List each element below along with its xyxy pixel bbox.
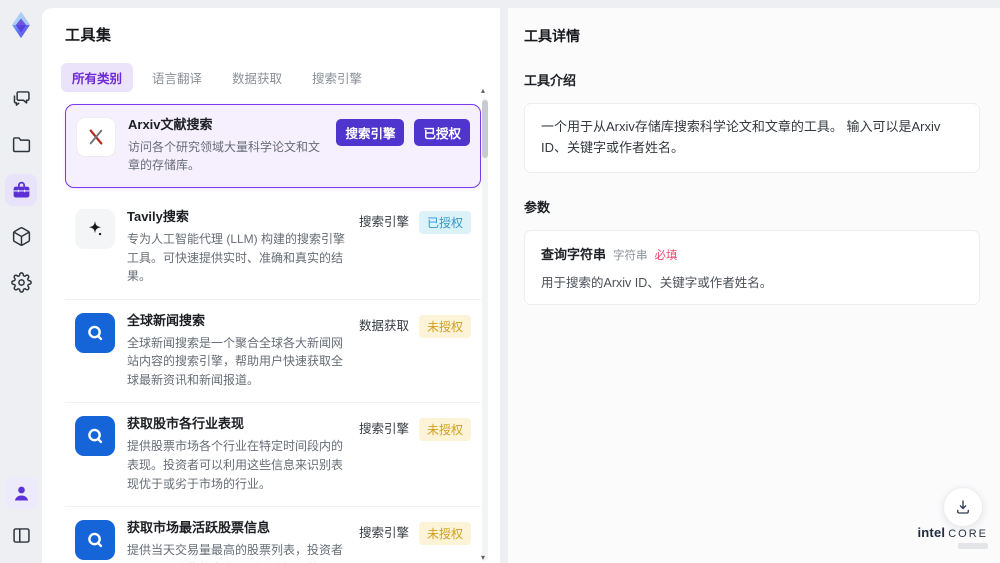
param-required-flag: 必填 [654, 249, 678, 262]
tool-name: Tavily搜索 [127, 209, 189, 225]
chat-icon[interactable] [5, 82, 37, 114]
category-badge: 搜索引擎 [358, 422, 409, 437]
app-logo-icon[interactable] [6, 10, 36, 40]
tool-card[interactable]: Tavily搜索 专为人工智能代理 (LLM) 构建的搜索引擎工具。可快速提供实… [65, 196, 481, 300]
page-title: 工具集 [65, 27, 112, 44]
core-wordmark: CORE [948, 528, 988, 540]
brand-badge-bar [958, 543, 988, 549]
tool-card[interactable]: Arxiv文献搜索 访问各个研究领域大量科学论文和文章的存储库。 搜索引擎 已授… [65, 104, 481, 189]
tool-description: 访问各个研究领域大量科学论文和文章的存储库。 [128, 139, 321, 173]
detail-title: 工具详情 [524, 28, 580, 44]
user-avatar-icon[interactable] [5, 477, 37, 509]
tool-list-panel: 工具集 所有类别 语言翻译 数据获取 搜索引擎 Arxiv文献搜索 访问各个研究领域大… [42, 8, 500, 563]
tool-name: 获取市场最活跃股票信息 [127, 520, 271, 536]
news-globe-icon [75, 520, 115, 561]
category-badge: 搜索引擎 [358, 526, 409, 541]
params-section-title: 参数 [524, 199, 551, 215]
category-tab[interactable]: 搜索引擎 [301, 63, 373, 92]
arxiv-logo-icon [76, 117, 116, 157]
tool-detail-panel: 工具详情 工具介绍 一个用于从Arxiv存储库搜索科学论文和文章的工具。 输入可… [508, 8, 1000, 563]
tool-name: 获取股市各行业表现 [127, 416, 245, 432]
scrollbar-down-icon[interactable]: ▾ [481, 553, 485, 562]
param-card: 查询字符串 字符串 必填 用于搜索的Arxiv ID、关键字或作者姓名。 [524, 229, 980, 305]
toolbox-icon[interactable] [5, 174, 37, 206]
tool-name: 全球新闻搜索 [127, 312, 206, 328]
gear-icon[interactable] [5, 266, 37, 298]
download-button[interactable] [943, 487, 983, 527]
tool-description: 提供当天交易量最高的股票列表，投资者可以利用这些信息来识别流动性强的股票和潜在的… [127, 542, 344, 563]
category-badge: 搜索引擎 [336, 119, 405, 146]
tool-card[interactable]: 获取市场最活跃股票信息 提供当天交易量最高的股票列表，投资者可以利用这些信息来识… [65, 507, 481, 563]
tool-description: 全球新闻搜索是一个聚合全球各大新闻网站内容的搜索引擎，帮助用户快速获取全球最新资… [127, 335, 344, 387]
tool-card[interactable]: 获取股市各行业表现 提供股票市场各个行业在特定时间段内的表现。投资者可以利用这些… [65, 403, 481, 508]
category-badge: 搜索引擎 [358, 215, 409, 230]
category-badge: 数据获取 [358, 318, 409, 333]
auth-status-badge: 未授权 [418, 522, 471, 546]
param-type: 字符串 [613, 249, 648, 262]
news-globe-icon [75, 416, 115, 457]
panel-divider [500, 8, 508, 563]
news-globe-icon [75, 312, 115, 353]
folder-icon[interactable] [5, 128, 37, 160]
intel-core-logo: intel CORE [917, 526, 988, 549]
cube-icon[interactable] [5, 220, 37, 252]
scrollbar-thumb[interactable] [482, 100, 488, 158]
auth-status-badge: 已授权 [414, 119, 470, 146]
tool-card[interactable]: 全球新闻搜索 全球新闻搜索是一个聚合全球各大新闻网站内容的搜索引擎，帮助用户快速… [65, 300, 481, 404]
param-description: 用于搜索的Arxiv ID、关键字或作者姓名。 [541, 275, 773, 290]
tool-description: 提供股票市场各个行业在特定时间段内的表现。投资者可以利用这些信息来识别表现优于或… [127, 439, 344, 491]
category-tab[interactable]: 数据获取 [221, 63, 293, 92]
category-tabs: 所有类别 语言翻译 数据获取 搜索引擎 [61, 63, 500, 92]
tool-name: Arxiv文献搜索 [128, 117, 213, 132]
param-name: 查询字符串 [541, 246, 607, 262]
params-list: 查询字符串 字符串 必填 用于搜索的Arxiv ID、关键字或作者姓名。 [524, 229, 980, 305]
tool-intro-text: 一个用于从Arxiv存储库搜索科学论文和文章的工具。 输入可以是Arxiv ID… [524, 103, 980, 173]
scrollbar-up-icon[interactable]: ▴ [481, 86, 485, 95]
main-area: 工具集 所有类别 语言翻译 数据获取 搜索引擎 Arxiv文献搜索 访问各个研究领域大… [42, 8, 1000, 563]
rail-bottom [5, 477, 37, 551]
collapse-panel-icon[interactable] [5, 519, 37, 551]
sparkle-icon [75, 209, 115, 250]
left-rail [0, 0, 42, 563]
tool-list: Arxiv文献搜索 访问各个研究领域大量科学论文和文章的存储库。 搜索引擎 已授… [65, 104, 481, 563]
rail-nav [5, 82, 37, 298]
auth-status-badge: 未授权 [418, 314, 471, 338]
category-tab[interactable]: 语言翻译 [141, 63, 213, 92]
auth-status-badge: 未授权 [418, 418, 471, 442]
intel-wordmark: intel [917, 525, 946, 540]
category-tab[interactable]: 所有类别 [61, 63, 134, 92]
auth-status-badge: 已授权 [418, 211, 471, 235]
intro-section-title: 工具介绍 [524, 73, 577, 88]
tool-description: 专为人工智能代理 (LLM) 构建的搜索引擎工具。可快速提供实时、准确和真实的结… [127, 231, 346, 284]
list-scrollbar[interactable]: ▴ ▾ [481, 86, 488, 562]
